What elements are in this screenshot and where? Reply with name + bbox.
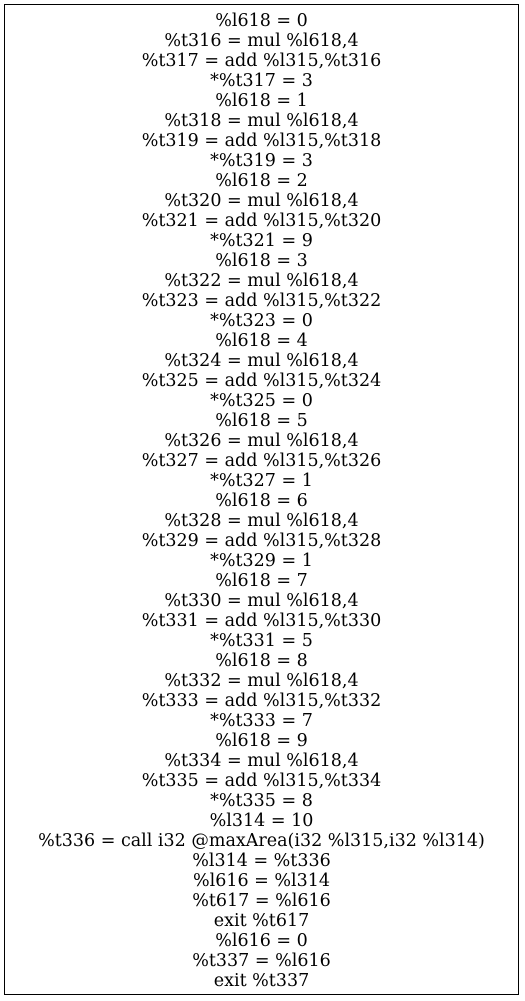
instruction-line: *%t331 = 5 bbox=[210, 631, 313, 651]
instruction-line: %l618 = 0 bbox=[215, 11, 308, 31]
instruction-line: *%t323 = 0 bbox=[210, 311, 313, 331]
instruction-line: %t319 = add %l315,%t318 bbox=[141, 131, 382, 151]
instruction-line: *%t319 = 3 bbox=[210, 151, 313, 171]
instruction-line: *%t325 = 0 bbox=[210, 391, 313, 411]
instruction-line: %l314 = 10 bbox=[209, 811, 314, 831]
instruction-line: %t326 = mul %l618,4 bbox=[164, 431, 359, 451]
instruction-line: %t321 = add %l315,%t320 bbox=[141, 211, 382, 231]
instruction-line: *%t329 = 1 bbox=[210, 551, 313, 571]
instruction-line: %l618 = 9 bbox=[215, 731, 308, 751]
instruction-line: %t325 = add %l315,%t324 bbox=[141, 371, 382, 391]
instruction-line: %t328 = mul %l618,4 bbox=[164, 511, 359, 531]
instruction-line: %l616 = %l314 bbox=[192, 871, 331, 891]
instruction-line: %l618 = 4 bbox=[215, 331, 308, 351]
instruction-line: %l618 = 5 bbox=[215, 411, 308, 431]
instruction-line: %l616 = 0 bbox=[215, 931, 308, 951]
instruction-line: *%t321 = 9 bbox=[210, 231, 313, 251]
basic-block-node: %l618 = 0 %t316 = mul %l618,4 %t317 = add … bbox=[4, 4, 519, 995]
instruction-line: %t332 = mul %l618,4 bbox=[164, 671, 359, 691]
instruction-line: %l618 = 6 bbox=[215, 491, 308, 511]
instruction-line: %t317 = add %l315,%t316 bbox=[141, 51, 382, 71]
instruction-line: %t324 = mul %l618,4 bbox=[164, 351, 359, 371]
instruction-line: %t337 = %l616 bbox=[192, 951, 331, 971]
instruction-line: %t330 = mul %l618,4 bbox=[164, 591, 359, 611]
instruction-line: %t334 = mul %l618,4 bbox=[164, 751, 359, 771]
instruction-line: exit %t617 bbox=[213, 911, 310, 931]
instruction-line: %l618 = 1 bbox=[215, 91, 308, 111]
instruction-line: %t333 = add %l315,%t332 bbox=[141, 691, 382, 711]
instruction-line: %l618 = 3 bbox=[215, 251, 308, 271]
instruction-line: %t318 = mul %l618,4 bbox=[164, 111, 359, 131]
instruction-line: exit %t337 bbox=[213, 971, 310, 991]
instruction-line: %t327 = add %l315,%t326 bbox=[141, 451, 382, 471]
instruction-line: *%t333 = 7 bbox=[210, 711, 313, 731]
instruction-line: %l618 = 8 bbox=[215, 651, 308, 671]
instruction-line: %t331 = add %l315,%t330 bbox=[141, 611, 382, 631]
instruction-line: %t336 = call i32 @maxArea(i32 %l315,i32 … bbox=[38, 831, 485, 851]
instruction-line: %l314 = %t336 bbox=[192, 851, 331, 871]
instruction-line: %t322 = mul %l618,4 bbox=[164, 271, 359, 291]
instruction-line: %t329 = add %l315,%t328 bbox=[141, 531, 382, 551]
instruction-line: %t320 = mul %l618,4 bbox=[164, 191, 359, 211]
instruction-line: %t617 = %l616 bbox=[192, 891, 331, 911]
instruction-line: *%t335 = 8 bbox=[210, 791, 313, 811]
instruction-line: %t335 = add %l315,%t334 bbox=[141, 771, 382, 791]
instruction-list: %l618 = 0 %t316 = mul %l618,4 %t317 = add … bbox=[5, 11, 518, 991]
instruction-line: %l618 = 2 bbox=[215, 171, 308, 191]
instruction-line: *%t327 = 1 bbox=[210, 471, 313, 491]
instruction-line: %t323 = add %l315,%t322 bbox=[141, 291, 382, 311]
instruction-line: *%t317 = 3 bbox=[210, 71, 313, 91]
instruction-line: %t316 = mul %l618,4 bbox=[164, 31, 359, 51]
instruction-line: %l618 = 7 bbox=[215, 571, 308, 591]
